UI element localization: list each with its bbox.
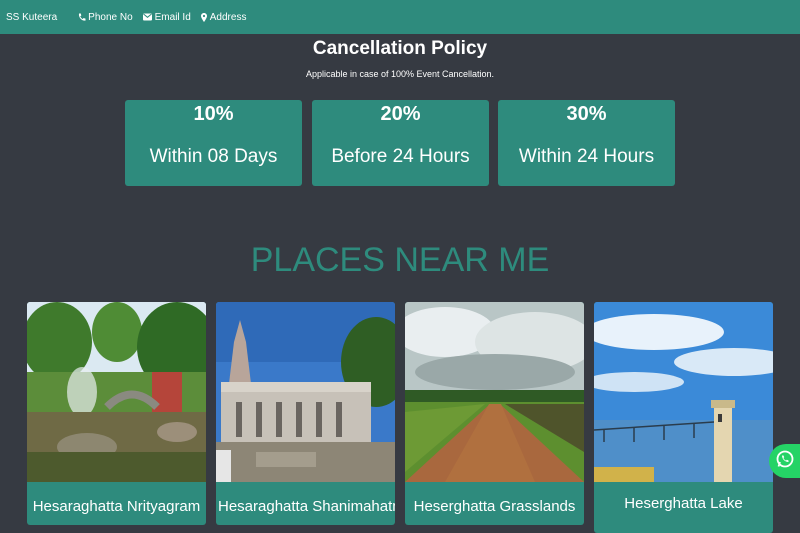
shanimahatma-photo xyxy=(216,302,395,482)
policy-card-10: 10% Within 08 Days xyxy=(125,100,302,186)
policy-label: Before 24 Hours xyxy=(331,146,470,167)
address-label: Address xyxy=(209,11,247,23)
cancellation-policy-subtitle: Applicable in case of 100% Event Cancell… xyxy=(305,69,495,79)
phone-label: Phone No xyxy=(88,11,133,23)
place-name: Heserghatta Lake xyxy=(624,495,743,512)
place-card-shanimahatma[interactable]: Hesaraghatta Shanimahatma xyxy=(216,302,395,525)
nrityagram-photo xyxy=(27,302,206,482)
phone-link[interactable]: Phone No xyxy=(78,11,133,23)
email-label: Email Id xyxy=(154,11,191,23)
envelope-icon xyxy=(142,13,152,21)
place-name: Hesaraghatta Shanimahatma xyxy=(218,498,395,515)
cancellation-policy-title: Cancellation Policy xyxy=(312,38,488,59)
map-marker-icon xyxy=(200,12,207,22)
brand-name[interactable]: SS Kuteera xyxy=(6,12,57,23)
policy-percent: 30% xyxy=(566,103,607,125)
address-link[interactable]: Address xyxy=(200,11,247,23)
top-navbar: SS Kuteera Phone No Email Id Address xyxy=(0,0,800,34)
policy-card-30: 30% Within 24 Hours xyxy=(498,100,675,186)
policy-percent: 20% xyxy=(380,103,421,125)
grasslands-photo xyxy=(405,302,584,482)
place-card-grasslands[interactable]: Heserghatta Grasslands xyxy=(405,302,584,525)
lake-photo xyxy=(594,302,773,482)
whatsapp-icon xyxy=(775,449,795,474)
policy-label: Within 24 Hours xyxy=(518,146,655,167)
whatsapp-button[interactable] xyxy=(769,444,800,478)
place-card-nrityagram[interactable]: Hesaraghatta Nrityagram xyxy=(27,302,206,525)
policy-label: Within 08 Days xyxy=(149,146,278,167)
place-name: Heserghatta Grasslands xyxy=(413,498,576,515)
email-link[interactable]: Email Id xyxy=(142,11,191,23)
place-name: Hesaraghatta Nrityagram xyxy=(32,498,201,515)
policy-card-20: 20% Before 24 Hours xyxy=(312,100,489,186)
places-heading: PLACES NEAR ME xyxy=(250,241,550,279)
policy-percent: 10% xyxy=(193,103,234,125)
phone-icon xyxy=(78,13,86,22)
place-card-lake[interactable]: Heserghatta Lake xyxy=(594,302,773,533)
